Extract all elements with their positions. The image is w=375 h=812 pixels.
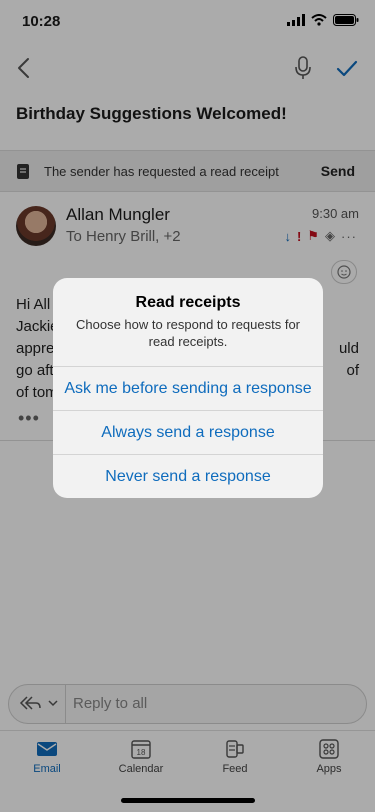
dialog-title: Read receipts [135, 294, 241, 311]
ask-before-sending-button[interactable]: Ask me before sending a response [53, 366, 323, 410]
read-receipts-dialog: Read receipts Choose how to respond to r… [53, 278, 323, 498]
dialog-message: Choose how to respond to requests for re… [75, 317, 301, 349]
always-send-button[interactable]: Always send a response [53, 410, 323, 454]
never-send-button[interactable]: Never send a response [53, 454, 323, 498]
